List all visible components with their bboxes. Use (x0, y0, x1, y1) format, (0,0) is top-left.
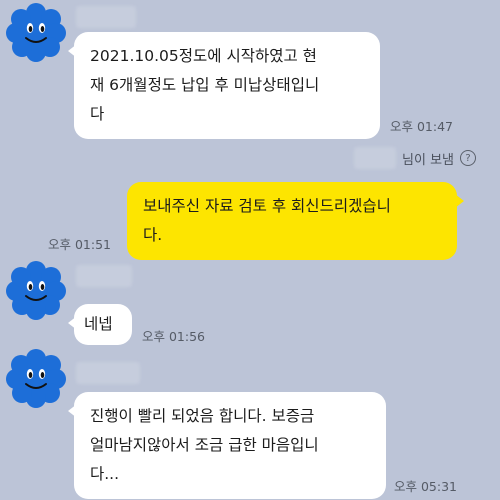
sender-name-redacted (76, 6, 136, 28)
message-line: 네넵 (84, 315, 113, 333)
message-line: 진행이 빨리 되었음 합니다. 보증금 (90, 407, 315, 425)
sender-name-redacted (76, 362, 140, 384)
message-time: 오후 05:31 (394, 479, 457, 494)
avatar-icon[interactable] (4, 258, 68, 322)
message-line: 다. (143, 226, 163, 244)
message-bubble[interactable]: 네넵 (68, 304, 132, 345)
message-bubble[interactable]: 보내주신 자료 검토 후 회신드리겠습니 다. (127, 182, 464, 260)
sender-name-redacted (354, 147, 397, 169)
message-time: 오후 01:47 (390, 119, 453, 134)
avatar-icon[interactable] (4, 346, 68, 410)
message-time: 오후 01:51 (48, 237, 111, 252)
message-bubble[interactable]: 진행이 빨리 되었음 합니다. 보증금 얼마남지않아서 조금 급한 마음입니 다… (68, 392, 386, 499)
avatar-icon[interactable] (4, 0, 68, 64)
message-line: 보내주신 자료 검토 후 회신드리겠습니 (143, 197, 391, 215)
sender-row: 님이 보냄 ? (354, 146, 476, 170)
message-bubble[interactable]: 2021.10.05정도에 시작하였고 현 재 6개월정도 납입 후 미납상태입… (68, 32, 380, 139)
message-line: 얼마남지않아서 조금 급한 마음입니 (90, 436, 319, 454)
message-line: 재 6개월정도 납입 후 미납상태입니 (90, 76, 320, 94)
message-line: 2021.10.05정도에 시작하였고 현 (90, 47, 317, 65)
message-time: 오후 01:56 (142, 329, 205, 344)
question-circle-icon[interactable]: ? (460, 150, 476, 166)
sender-label: 님이 보냄 (402, 152, 454, 168)
message-line: 다 (90, 105, 105, 123)
message-line: 다... (90, 465, 120, 483)
sender-name-redacted (76, 265, 132, 287)
